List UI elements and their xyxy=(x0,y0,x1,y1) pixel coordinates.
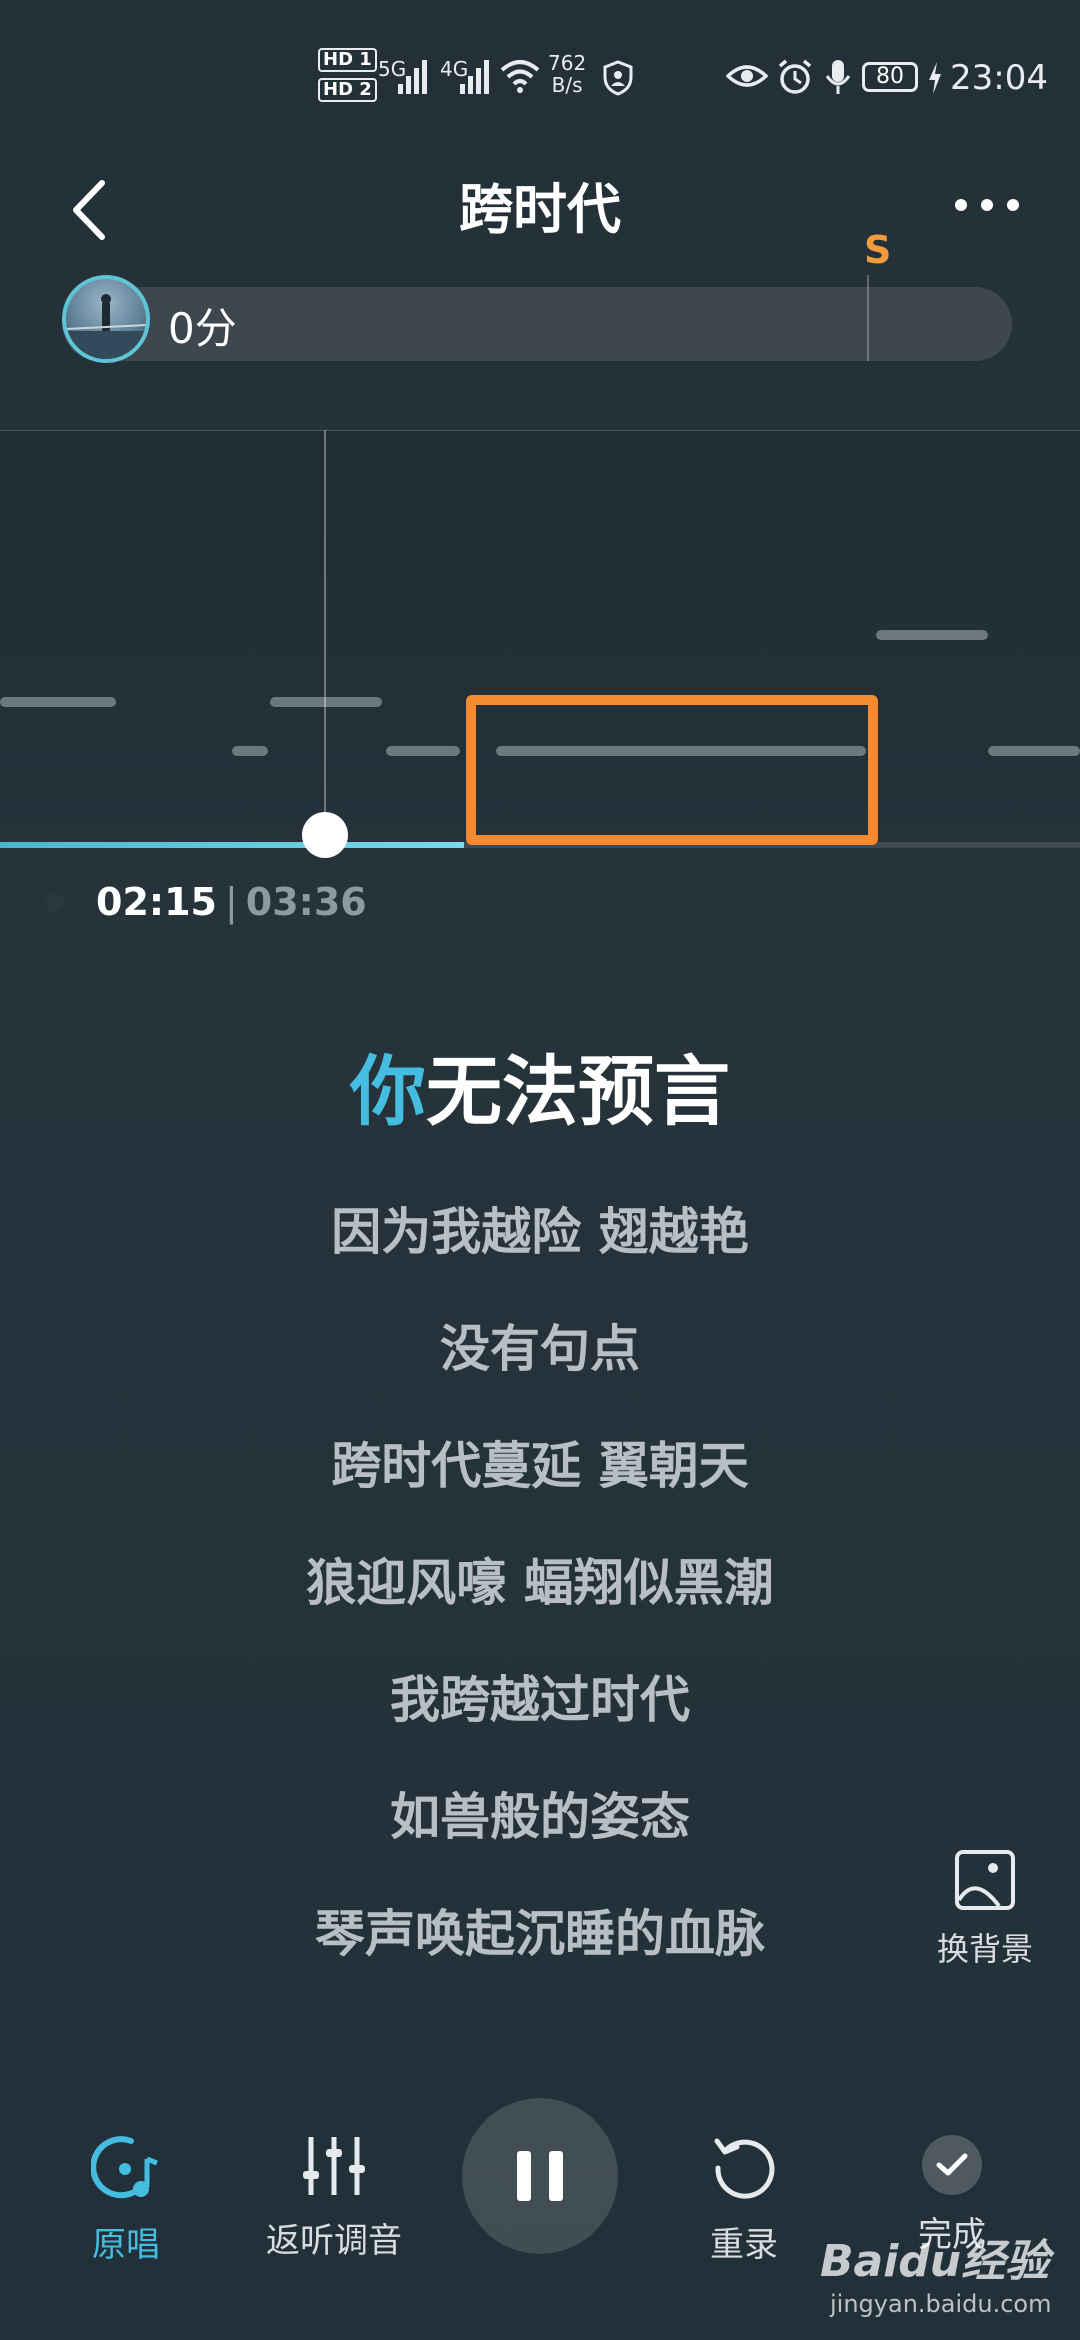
original-vocal-label: 原唱 xyxy=(92,2225,160,2265)
change-background-label: 换背景 xyxy=(936,1930,1033,1968)
score-value: 0分 xyxy=(168,304,237,353)
network-speed-value: 762 xyxy=(548,51,587,75)
signal2-icon xyxy=(460,60,489,94)
current-lyric-rest: 无法预言 xyxy=(426,1047,730,1136)
more-options-icon[interactable] xyxy=(955,195,1019,215)
network-speed: 762 B/s xyxy=(548,52,586,96)
progress-fill xyxy=(0,842,465,848)
equalizer-icon xyxy=(303,2137,365,2195)
lyric-line: 琴声唤起沉睡的血脉 xyxy=(315,1905,765,1963)
clock: 23:04 xyxy=(950,58,1048,98)
eye-icon xyxy=(726,65,768,87)
original-vocal-button[interactable]: 原唱 xyxy=(36,2135,216,2266)
current-time: 02:15 xyxy=(96,880,217,924)
lyric-line: 跨时代蔓延 翼朝天 xyxy=(331,1437,749,1495)
alarm-icon xyxy=(778,59,812,94)
current-lyric-sung: 你 xyxy=(350,1047,426,1136)
watermark-logo: Baidu经验 xyxy=(820,2236,1050,2287)
monitor-tune-label: 返听调音 xyxy=(266,2221,402,2261)
lyric-line: 我跨越过时代 xyxy=(390,1671,690,1729)
lyric-line: 狼迎风嚎 蝠翔似黑潮 xyxy=(306,1554,774,1612)
change-background-button[interactable]: 换背景 xyxy=(920,1850,1050,1970)
time-separator: | xyxy=(224,880,238,924)
rerecord-label: 重录 xyxy=(710,2225,778,2265)
sim2-badge: HD 2 xyxy=(318,78,377,102)
avatar[interactable] xyxy=(62,275,150,363)
signal1-icon xyxy=(398,60,427,94)
pause-icon xyxy=(517,2151,531,2201)
pitch-note xyxy=(0,697,116,707)
avatar-image xyxy=(66,294,146,359)
sim1-badge: HD 1 xyxy=(318,48,377,72)
playhead-handle[interactable] xyxy=(302,812,348,858)
pause-button[interactable] xyxy=(462,2098,618,2254)
charging-icon xyxy=(929,62,941,94)
status-bar: HD 1 HD 2 5G 4G 762 B/s 80 23:04 xyxy=(0,0,1080,150)
current-lyric-line: 你无法预言 xyxy=(0,1030,1080,1140)
annotation-highlight-box xyxy=(466,695,878,845)
wifi-icon xyxy=(500,60,540,93)
check-icon xyxy=(922,2135,982,2195)
lyric-line: 如兽般的姿态 xyxy=(390,1788,690,1846)
watermark-url: jingyan.baidu.com xyxy=(830,2290,1052,2318)
shield-icon xyxy=(603,60,633,96)
pitch-note xyxy=(270,697,382,707)
original-vocal-icon xyxy=(90,2136,158,2199)
sim-indicators: HD 1 HD 2 xyxy=(318,48,377,102)
score-grade-line xyxy=(867,275,869,361)
lyric-line: 没有句点 xyxy=(440,1320,640,1378)
total-time: 03:36 xyxy=(245,880,367,924)
monitor-tune-button[interactable]: 返听调音 xyxy=(244,2135,424,2262)
network-speed-unit: B/s xyxy=(551,73,583,97)
page-title: 跨时代 xyxy=(459,178,621,241)
image-icon xyxy=(955,1850,1015,1910)
score-grade-marker: S xyxy=(864,228,892,272)
playhead-line xyxy=(324,430,326,840)
pitch-note xyxy=(988,746,1080,756)
pitch-note xyxy=(876,630,988,640)
recording-dot xyxy=(46,894,64,912)
pitch-area-divider xyxy=(0,430,1080,431)
battery-icon: 80 xyxy=(862,62,918,92)
lyric-line: 因为我越险 翅越艳 xyxy=(331,1203,749,1261)
microphone-icon xyxy=(825,60,851,94)
rerecord-icon xyxy=(714,2138,775,2199)
pause-icon-bar xyxy=(549,2151,563,2201)
pitch-note xyxy=(232,746,268,756)
rerecord-button[interactable]: 重录 xyxy=(654,2135,834,2266)
playback-time: 02:15 | 03:36 xyxy=(96,880,367,924)
pitch-note xyxy=(386,746,460,756)
